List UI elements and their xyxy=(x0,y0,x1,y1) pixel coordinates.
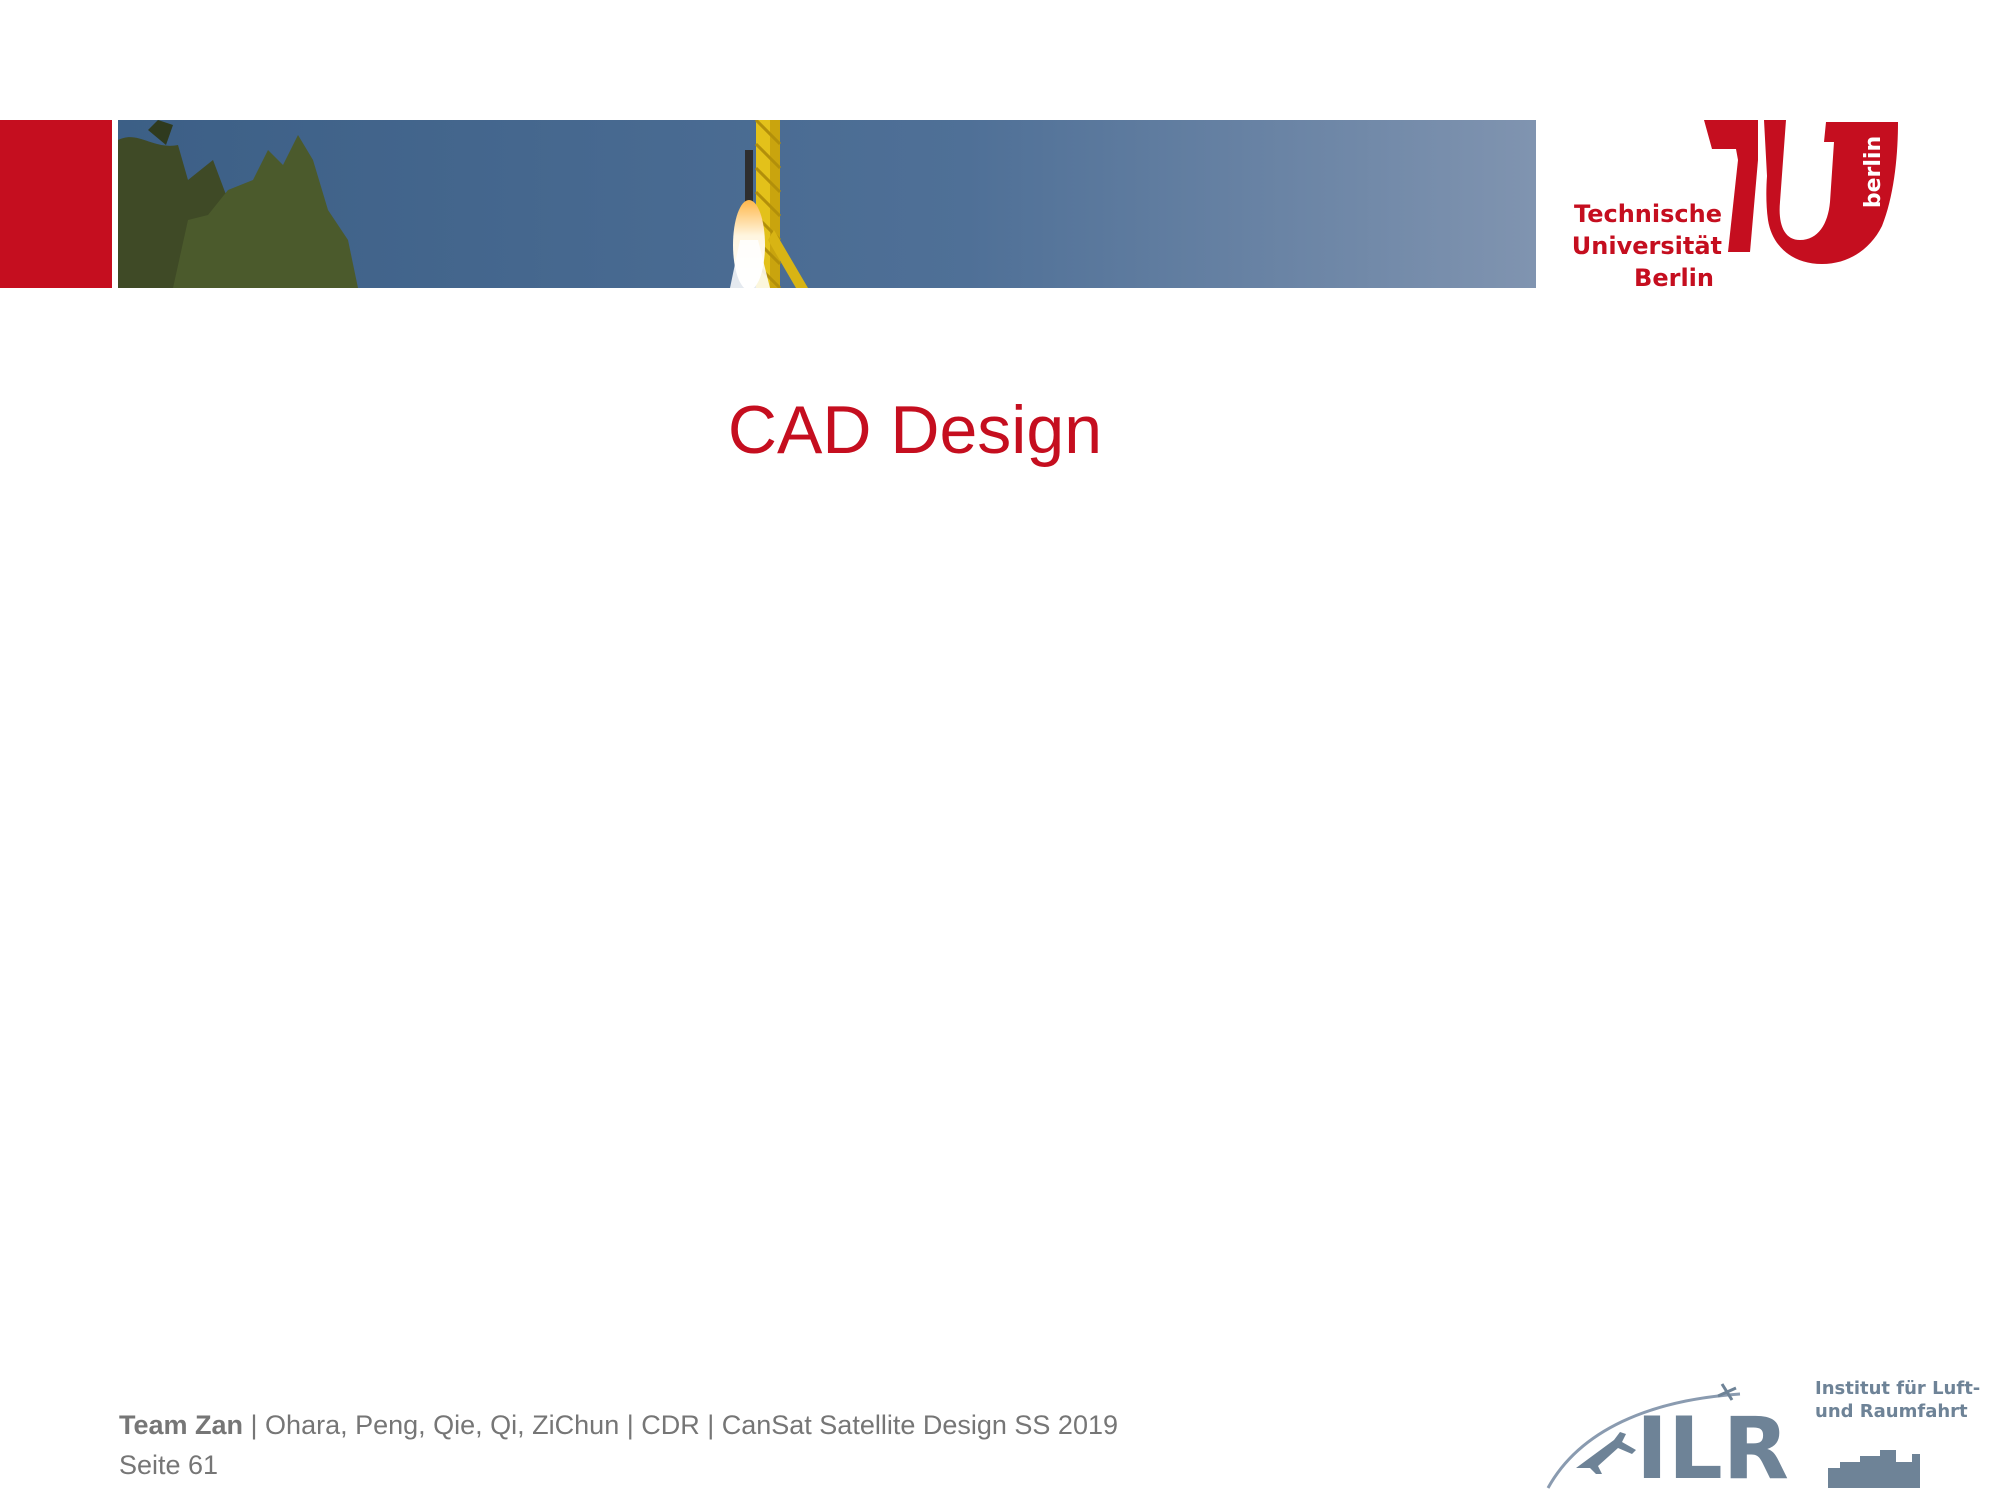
footer-details: | Ohara, Peng, Qie, Qi, ZiChun | CDR | C… xyxy=(243,1410,1118,1440)
slide-title: CAD Design xyxy=(727,392,1103,468)
tu-logo-line-1: Technische xyxy=(1574,200,1722,228)
tu-logo-line-3: Berlin xyxy=(1634,264,1714,292)
ilr-text-line-2: und Raumfahrt xyxy=(1815,1401,1968,1422)
ilr-text-line-1: Institut für Luft- xyxy=(1815,1378,1980,1399)
tu-berlin-logo: berlin Technische Universität Berlin xyxy=(1572,116,1908,296)
ilr-logo: ILR Institut für Luft- und Raumfahrt xyxy=(1540,1370,1980,1499)
building-icon xyxy=(1828,1450,1920,1488)
tu-logo-line-2: Universität xyxy=(1572,232,1722,260)
tu-logo-vertical-text: berlin xyxy=(1861,136,1886,208)
footer-text: Team Zan | Ohara, Peng, Qie, Qi, ZiChun … xyxy=(119,1405,1118,1485)
satellite-icon xyxy=(1717,1383,1737,1401)
ilr-letters: ILR xyxy=(1636,1399,1789,1499)
airplane-icon xyxy=(1576,1432,1636,1474)
footer-page-number: Seite 61 xyxy=(119,1450,219,1480)
header-banner-image xyxy=(118,120,1536,288)
footer-team: Team Zan xyxy=(119,1410,244,1440)
header-red-block xyxy=(0,120,112,288)
